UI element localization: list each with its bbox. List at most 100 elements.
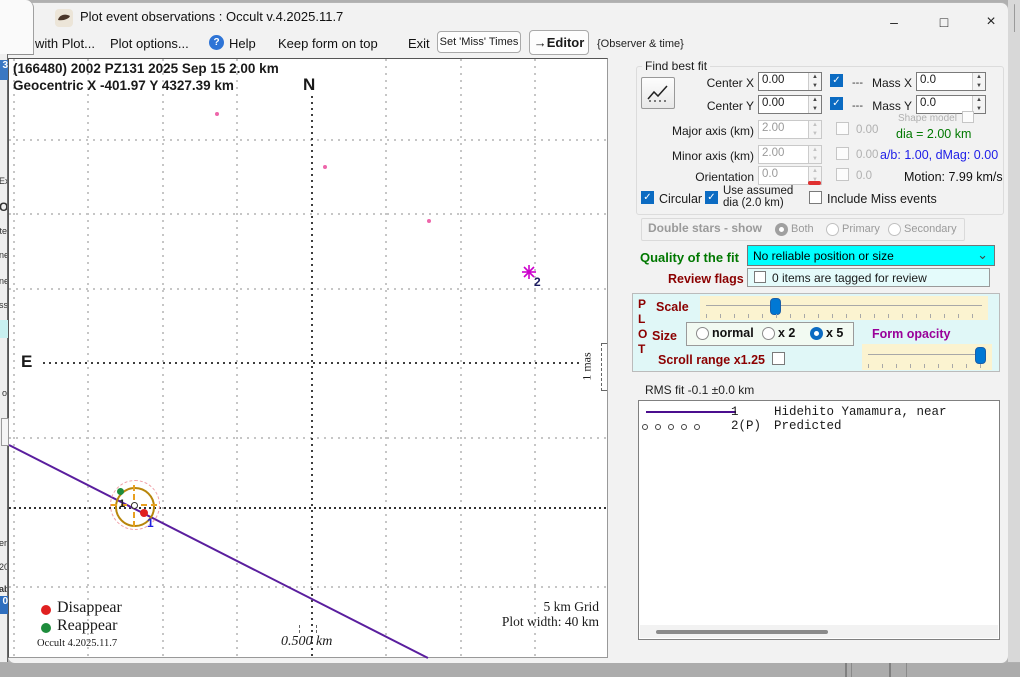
chevron-down-icon: ⌄: [977, 247, 988, 263]
grid-line: [534, 59, 536, 657]
spinner-arrows[interactable]: ▲▼: [808, 121, 821, 138]
fragment: Ex: [0, 176, 7, 186]
mass-y-spinner[interactable]: 0.0▲▼: [916, 95, 986, 114]
menu-with-plot[interactable]: with Plot...: [35, 36, 95, 51]
plot-letter-t: T: [638, 342, 645, 356]
center-x-checkbox[interactable]: ✓: [830, 74, 843, 87]
grid-line: [162, 59, 164, 657]
editor-button[interactable]: →Editor: [529, 30, 589, 55]
circular-checkbox[interactable]: ✓: [641, 191, 654, 204]
spinner-arrows[interactable]: ▲▼: [808, 146, 821, 163]
include-miss-checkbox[interactable]: [809, 191, 822, 204]
grid-line: [43, 362, 581, 364]
minor-axis-spinner[interactable]: 2.00▲▼: [758, 145, 822, 164]
plot-width-label: Plot width: 40 km: [449, 614, 599, 630]
minor-axis-checkbox[interactable]: [836, 147, 849, 160]
review-flags-checkbox[interactable]: [754, 271, 766, 283]
mass-x-spinner[interactable]: 0.0▲▼: [916, 72, 986, 91]
center-y-spinner[interactable]: 0.00▲▼: [758, 95, 822, 114]
center-x-spinner[interactable]: 0.00▲▼: [758, 72, 822, 91]
form-opacity-slider[interactable]: [862, 344, 992, 370]
form-opacity-slider-thumb[interactable]: [975, 347, 986, 364]
major-axis-spinner[interactable]: 2.00▲▼: [758, 120, 822, 139]
window-title: Plot event observations : Occult v.4.202…: [80, 9, 343, 24]
observation-list[interactable]: 1 Hidehito Yamamura, near 2(P) Predicted: [638, 400, 1000, 640]
fragment: 20: [0, 562, 7, 572]
orientation-value[interactable]: 0.0: [759, 167, 808, 184]
orientation-checkbox[interactable]: [836, 168, 849, 181]
use-assumed-checkbox[interactable]: ✓: [705, 191, 718, 204]
spinner-arrows[interactable]: ▲▼: [808, 96, 821, 113]
scrollbar-thumb[interactable]: [656, 630, 828, 634]
menu-exit[interactable]: Exit: [408, 36, 430, 51]
scroll-range-checkbox[interactable]: [772, 352, 785, 365]
background-window-edge: [1014, 4, 1015, 32]
double-stars-secondary-radio[interactable]: [888, 223, 901, 236]
fragment: ss: [0, 300, 7, 310]
occultation-plot[interactable]: N E (166480) 2002 PZ131 2025 Sep 15 2.00…: [8, 58, 608, 658]
double-stars-both-radio[interactable]: [775, 223, 788, 236]
screen: Plot event observations : Occult v.4.202…: [0, 0, 1020, 677]
quality-combobox[interactable]: No reliable position or size ⌄: [747, 245, 995, 266]
center-x-value[interactable]: 0.00: [759, 73, 808, 90]
minor-axis-cb-value: 0.00: [856, 149, 878, 161]
fit-chart-icon[interactable]: [641, 77, 675, 109]
grid-spacing-label: 5 km Grid: [449, 599, 599, 615]
minor-axis-label: Minor axis (km): [640, 149, 754, 163]
spinner-arrows[interactable]: ▲▼: [808, 73, 821, 90]
set-miss-times-button[interactable]: Set 'Miss' Times: [437, 31, 521, 53]
rms-fit-label: RMS fit -0.1 ±0.0 km: [645, 383, 754, 397]
fragment: ne: [0, 250, 7, 260]
center-y-checkbox[interactable]: ✓: [830, 97, 843, 110]
size-x2-radio[interactable]: [762, 327, 775, 340]
major-axis-checkbox[interactable]: [836, 122, 849, 135]
major-axis-label: Major axis (km): [640, 124, 754, 138]
grid-line: [311, 96, 313, 657]
center-x-label: Center X: [678, 76, 754, 90]
size-x2-label: x 2: [778, 326, 795, 340]
mass-x-value[interactable]: 0.0: [917, 73, 972, 90]
horizontal-scrollbar[interactable]: [640, 625, 998, 638]
minimize-icon[interactable]: –: [878, 10, 910, 34]
grid-line: [236, 59, 238, 657]
observer-time-label: {Observer & time}: [597, 38, 684, 50]
circular-label: Circular: [659, 192, 702, 206]
track-dot: [323, 165, 327, 169]
slider-track: [868, 354, 986, 355]
shape-model-label: Shape model: [898, 113, 957, 124]
menu-help[interactable]: Help: [229, 36, 256, 51]
maximize-icon[interactable]: □: [928, 10, 960, 34]
asteroid-center-marker: [131, 502, 138, 509]
scale-slider[interactable]: [700, 296, 988, 320]
mass-x-label: Mass X: [868, 76, 912, 90]
slider-ticks: [868, 364, 986, 368]
plot-version-label: Occult 4.2025.11.7: [37, 638, 117, 649]
scalebar-label: 0.500 km: [281, 634, 332, 650]
double-stars-primary-radio[interactable]: [826, 223, 839, 236]
menu-plot-options[interactable]: Plot options...: [110, 36, 189, 51]
size-normal-radio[interactable]: [696, 327, 709, 340]
review-flags-text: 0 items are tagged for review: [772, 271, 927, 285]
fragment: ne: [0, 276, 7, 286]
plot-header-geocentric: Geocentric X -401.97 Y 4327.39 km: [13, 78, 234, 93]
motion-label: Motion: 7.99 km/s: [904, 170, 1003, 184]
scale-slider-thumb[interactable]: [770, 298, 781, 315]
close-icon[interactable]: ×: [975, 10, 1007, 34]
slider-ticks: [706, 314, 982, 318]
minor-axis-value[interactable]: 2.00: [759, 146, 808, 163]
major-axis-value[interactable]: 2.00: [759, 121, 808, 138]
spinner-arrows[interactable]: ▲▼: [972, 73, 985, 90]
observation-name: Predicted: [774, 419, 842, 433]
shape-model-checkbox[interactable]: [962, 111, 974, 123]
help-icon[interactable]: ?: [209, 35, 224, 50]
center-y-value[interactable]: 0.00: [759, 96, 808, 113]
menu-keep-on-top[interactable]: Keep form on top: [278, 36, 378, 51]
size-normal-label: normal: [712, 326, 754, 340]
fragment: te: [0, 226, 7, 236]
use-assumed-label-1: Use assumed: [723, 185, 793, 197]
size-x5-radio[interactable]: [810, 327, 823, 340]
grid-line: [9, 139, 607, 141]
background-right-sliver: [1008, 0, 1020, 662]
grid-line: [13, 59, 15, 657]
plot-header-object: (166480) 2002 PZ131 2025 Sep 15 2.00 km: [13, 61, 279, 76]
